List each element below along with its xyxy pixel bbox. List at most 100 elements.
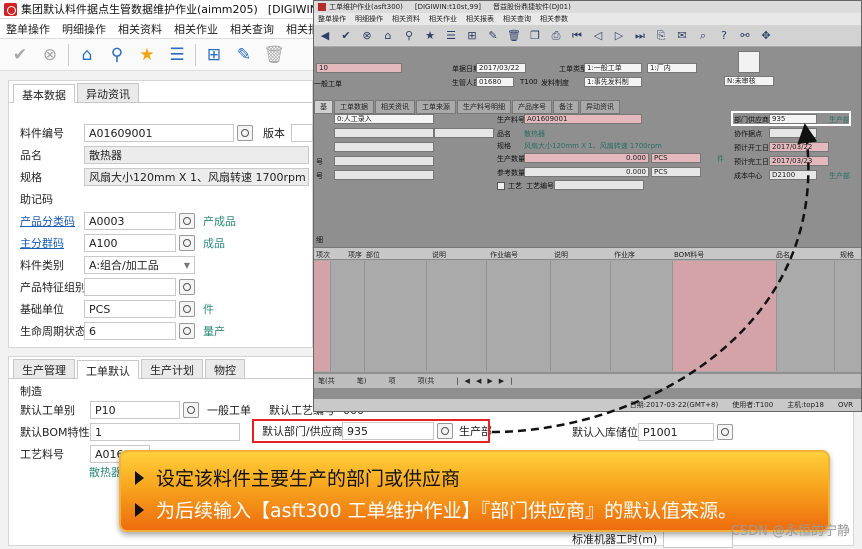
overlay-left-input[interactable]	[334, 142, 434, 152]
menu-item[interactable]: 相关查询	[230, 21, 274, 37]
zoom-icon[interactable]	[179, 213, 195, 229]
home-icon[interactable]: ⌂	[381, 29, 395, 43]
print-icon[interactable]: ⎙	[549, 29, 563, 43]
prev-icon[interactable]: ◁	[591, 29, 605, 43]
name-input[interactable]: 散热器	[84, 146, 309, 164]
overlay-left-input[interactable]	[334, 156, 434, 166]
warehouse-input[interactable]: P1001	[638, 423, 714, 441]
overlay-tab-serial[interactable]: 产品序号	[512, 100, 552, 114]
main-group-input[interactable]: A100	[84, 234, 176, 252]
next-icon[interactable]: ▷	[612, 29, 626, 43]
overlay-menu-item[interactable]: 相关报表	[466, 14, 494, 24]
overlay-wo-prefix-input[interactable]: 10	[316, 63, 402, 73]
attach-icon[interactable]: ⎘	[654, 29, 668, 43]
add-icon[interactable]: ⊞	[202, 43, 226, 67]
edit-icon[interactable]: ✎	[486, 29, 500, 43]
cancel-icon[interactable]: ⊗	[360, 29, 374, 43]
list-icon[interactable]: ☰	[165, 43, 189, 67]
home-icon[interactable]: ⌂	[75, 43, 99, 67]
overlay-plant-select[interactable]: 1:厂内	[647, 63, 697, 73]
last-icon[interactable]: ⏭	[633, 29, 647, 43]
overlay-ref-qty-input[interactable]: 0.000	[524, 167, 649, 177]
overlay-coop-input[interactable]	[769, 128, 817, 138]
overlay-ref-unit-input[interactable]: PCS	[651, 167, 701, 177]
overlay-item-input[interactable]: A01609001	[524, 114, 642, 124]
star-icon[interactable]: ★	[135, 43, 159, 67]
overlay-menu-item[interactable]: 相关查询	[503, 14, 531, 24]
tab-wo-default[interactable]: 工单默认	[77, 360, 139, 379]
overlay-qty-input[interactable]: 0.000	[524, 153, 649, 163]
zoom-icon[interactable]	[183, 402, 199, 418]
feature-group-input[interactable]	[84, 278, 176, 296]
overlay-source-select[interactable]: 0:人工录入	[334, 114, 434, 124]
tab-material-control[interactable]: 物控	[205, 359, 245, 378]
spec-input[interactable]: 风扇大小120mm X 1、风扇转速 1700rpm	[84, 168, 309, 186]
edit-icon[interactable]: ✎	[232, 43, 256, 67]
overlay-issue-rule-select[interactable]: 1:事先发料制	[584, 77, 642, 87]
overlay-tab-wo-source[interactable]: 工单来源	[416, 100, 456, 114]
tab-production-mgmt[interactable]: 生产管理	[13, 359, 75, 378]
star-icon[interactable]: ★	[423, 29, 437, 43]
add-icon[interactable]: ⊞	[465, 29, 479, 43]
overlay-qty-unit-input[interactable]: PCS	[651, 153, 701, 163]
check-icon[interactable]: ✔	[339, 29, 353, 43]
search-icon[interactable]: ⌕	[696, 29, 710, 43]
menu-item[interactable]: 相关资料	[118, 21, 162, 37]
overlay-menu-item[interactable]: 整单操作	[318, 14, 346, 24]
overlay-plan-end-input[interactable]: 2017/03/23	[769, 156, 829, 166]
copy-icon[interactable]: ❐	[528, 29, 542, 43]
overlay-process-checkbox[interactable]	[497, 182, 505, 190]
overlay-menu-item[interactable]: 相关作业	[429, 14, 457, 24]
menu-item[interactable]: 明细操作	[62, 21, 106, 37]
move-icon[interactable]: ✥	[759, 29, 773, 43]
help-icon[interactable]: ?	[717, 29, 731, 43]
overlay-tab-wo-data[interactable]: 工单数据	[334, 100, 374, 114]
zoom-icon[interactable]	[179, 323, 195, 339]
menu-item[interactable]: 相关作业	[174, 21, 218, 37]
tab-change-info[interactable]: 异动资讯	[77, 83, 139, 102]
wo-type-input[interactable]: P10	[90, 401, 180, 419]
overlay-left-input[interactable]	[434, 128, 494, 138]
zoom-icon[interactable]	[179, 235, 195, 251]
overlay-cost-center-input[interactable]: D2100	[769, 170, 817, 180]
std-hours-input[interactable]	[663, 530, 734, 548]
location-icon[interactable]: ⚲	[402, 29, 416, 43]
overlay-tab-basic[interactable]: 基	[314, 100, 333, 114]
link-icon[interactable]: ⚯	[738, 29, 752, 43]
zoom-icon[interactable]	[179, 279, 195, 295]
zoom-icon[interactable]	[717, 424, 733, 440]
delete-icon[interactable]: 🗑	[507, 29, 521, 43]
zoom-icon[interactable]	[179, 301, 195, 317]
item-no-input[interactable]: A01609001	[84, 124, 234, 142]
delete-icon[interactable]: 🗑	[262, 43, 286, 67]
location-icon[interactable]: ⚲	[105, 43, 129, 67]
overlay-tab-item-detail[interactable]: 生产料号明细	[457, 100, 511, 114]
overlay-tab-change-info[interactable]: 异动资讯	[580, 100, 620, 114]
check-icon[interactable]: ✔	[8, 43, 32, 67]
version-input[interactable]	[291, 124, 313, 142]
overlay-doc-date-input[interactable]: 2017/03/22	[476, 63, 526, 73]
bom-input[interactable]: 1	[90, 423, 240, 441]
nav-arrows-icon[interactable]: |◀◀▶▶|	[456, 377, 518, 385]
zoom-icon[interactable]	[237, 125, 253, 141]
lifecycle-input[interactable]: 6	[84, 322, 176, 340]
product-class-label[interactable]: 产品分类码	[20, 213, 84, 229]
overlay-plan-start-input[interactable]: 2017/03/22	[769, 142, 829, 152]
cancel-icon[interactable]: ⊗	[38, 43, 62, 67]
base-unit-input[interactable]: PCS	[84, 300, 176, 318]
overlay-menu-item[interactable]: 相关参数	[540, 14, 568, 24]
overlay-left-input[interactable]	[334, 170, 434, 180]
overlay-tab-related-info[interactable]: 相关资讯	[375, 100, 415, 114]
main-group-label[interactable]: 主分群码	[20, 235, 84, 251]
overlay-producer-input[interactable]: 01680	[476, 77, 514, 87]
menu-item[interactable]: 整单操作	[6, 21, 50, 37]
list-icon[interactable]: ☰	[444, 29, 458, 43]
tab-production-plan[interactable]: 生产计划	[141, 359, 203, 378]
overlay-menu-item[interactable]: 相关资料	[392, 14, 420, 24]
overlay-tab-remark[interactable]: 备注	[553, 100, 579, 114]
overlay-wo-type-select[interactable]: 1:一般工单	[584, 63, 642, 73]
item-type-select[interactable]: A:组合/加工品 ▼	[84, 256, 195, 274]
overlay-status-select[interactable]: N:未审核	[724, 76, 774, 86]
first-icon[interactable]: ⏮	[570, 29, 584, 43]
product-class-input[interactable]: A0003	[84, 212, 176, 230]
